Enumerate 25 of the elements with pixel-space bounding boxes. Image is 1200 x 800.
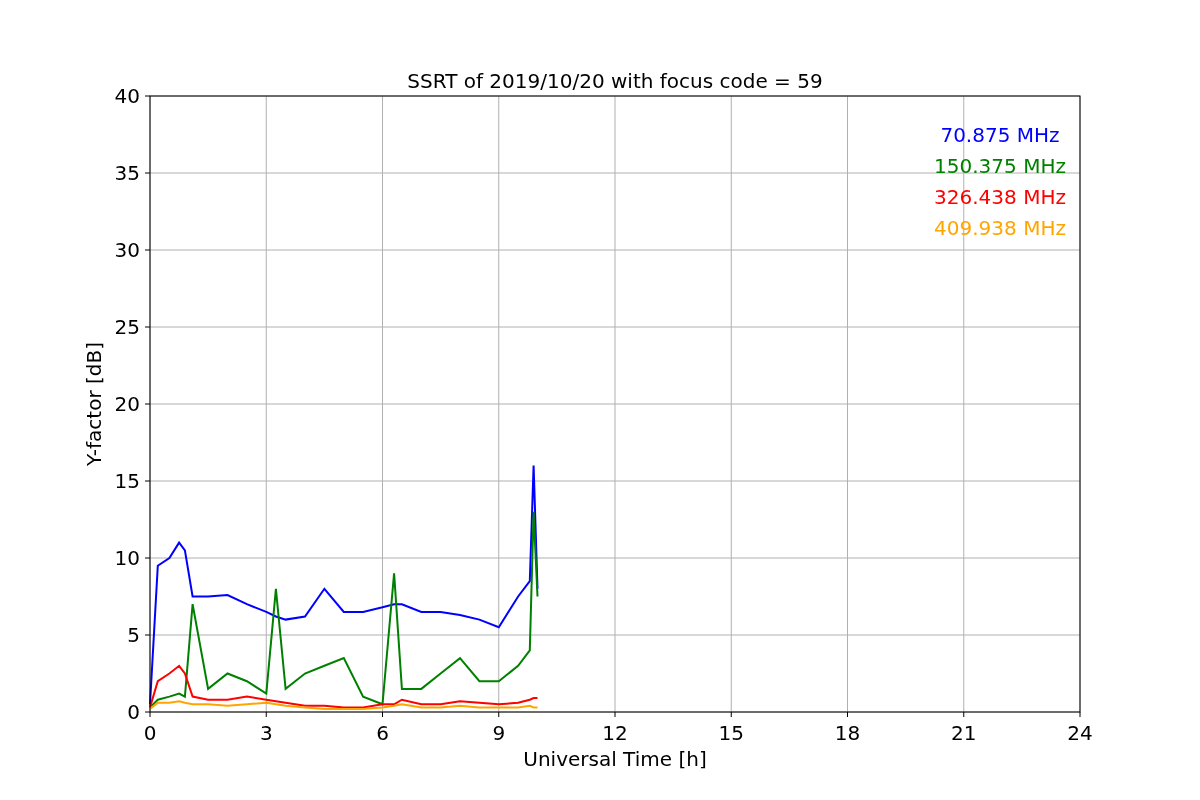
legend-label: 409.938 MHz — [934, 216, 1066, 240]
legend-label: 70.875 MHz — [940, 123, 1060, 147]
y-tick-label: 30 — [114, 238, 140, 262]
legend-label: 150.375 MHz — [934, 154, 1066, 178]
legend-label: 326.438 MHz — [934, 185, 1066, 209]
x-tick-label: 15 — [718, 721, 744, 745]
x-tick-label: 9 — [492, 721, 506, 745]
x-tick-label: 18 — [834, 721, 861, 745]
x-tick-label: 6 — [376, 721, 389, 745]
y-axis-label: Y-factor [dB] — [82, 342, 106, 466]
y-tick-label: 0 — [127, 700, 140, 724]
y-tick-label: 20 — [114, 392, 140, 416]
x-axis-label: Universal Time [h] — [523, 747, 707, 771]
chart-title: SSRT of 2019/10/20 with focus code = 59 — [407, 69, 823, 93]
y-tick-label: 25 — [114, 315, 140, 339]
y-tick-label: 35 — [114, 161, 140, 185]
x-tick-label: 3 — [259, 721, 273, 745]
y-tick-label: 15 — [114, 469, 140, 493]
x-tick-label: 21 — [951, 721, 977, 745]
y-tick-label: 10 — [114, 546, 140, 570]
x-tick-label: 0 — [143, 721, 157, 745]
x-tick-label: 24 — [1067, 721, 1093, 745]
y-tick-label: 40 — [114, 84, 140, 108]
y-tick-label: 5 — [127, 623, 140, 647]
x-tick-label: 12 — [602, 721, 628, 745]
